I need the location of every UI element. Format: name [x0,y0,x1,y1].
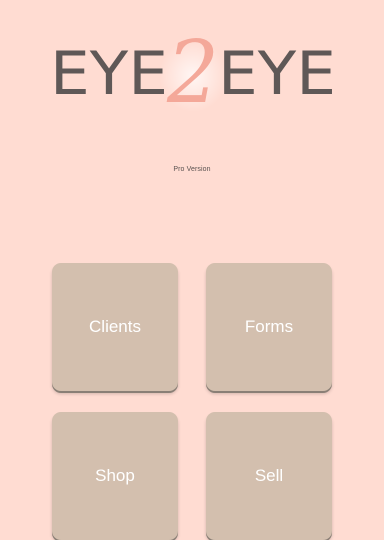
clients-button[interactable]: Clients [52,263,178,391]
version-label: Pro Version [173,166,211,173]
shop-button-label: Shop [95,466,135,485]
sell-button[interactable]: Sell [206,412,332,540]
forms-button-label: Forms [244,317,294,336]
clients-button-label: Clients [89,317,141,336]
app-logo: EYE 2 EYE [0,18,384,118]
sell-button-label: Sell [254,466,284,485]
app-logo-graphic: EYE 2 EYE [50,23,336,118]
forms-button[interactable]: Forms [206,263,332,391]
logo-text-left: EYE [50,39,168,109]
logo-numeral: 2 [166,23,219,118]
logo-text-right: EYE [218,39,336,109]
shop-button[interactable]: Shop [52,412,178,540]
